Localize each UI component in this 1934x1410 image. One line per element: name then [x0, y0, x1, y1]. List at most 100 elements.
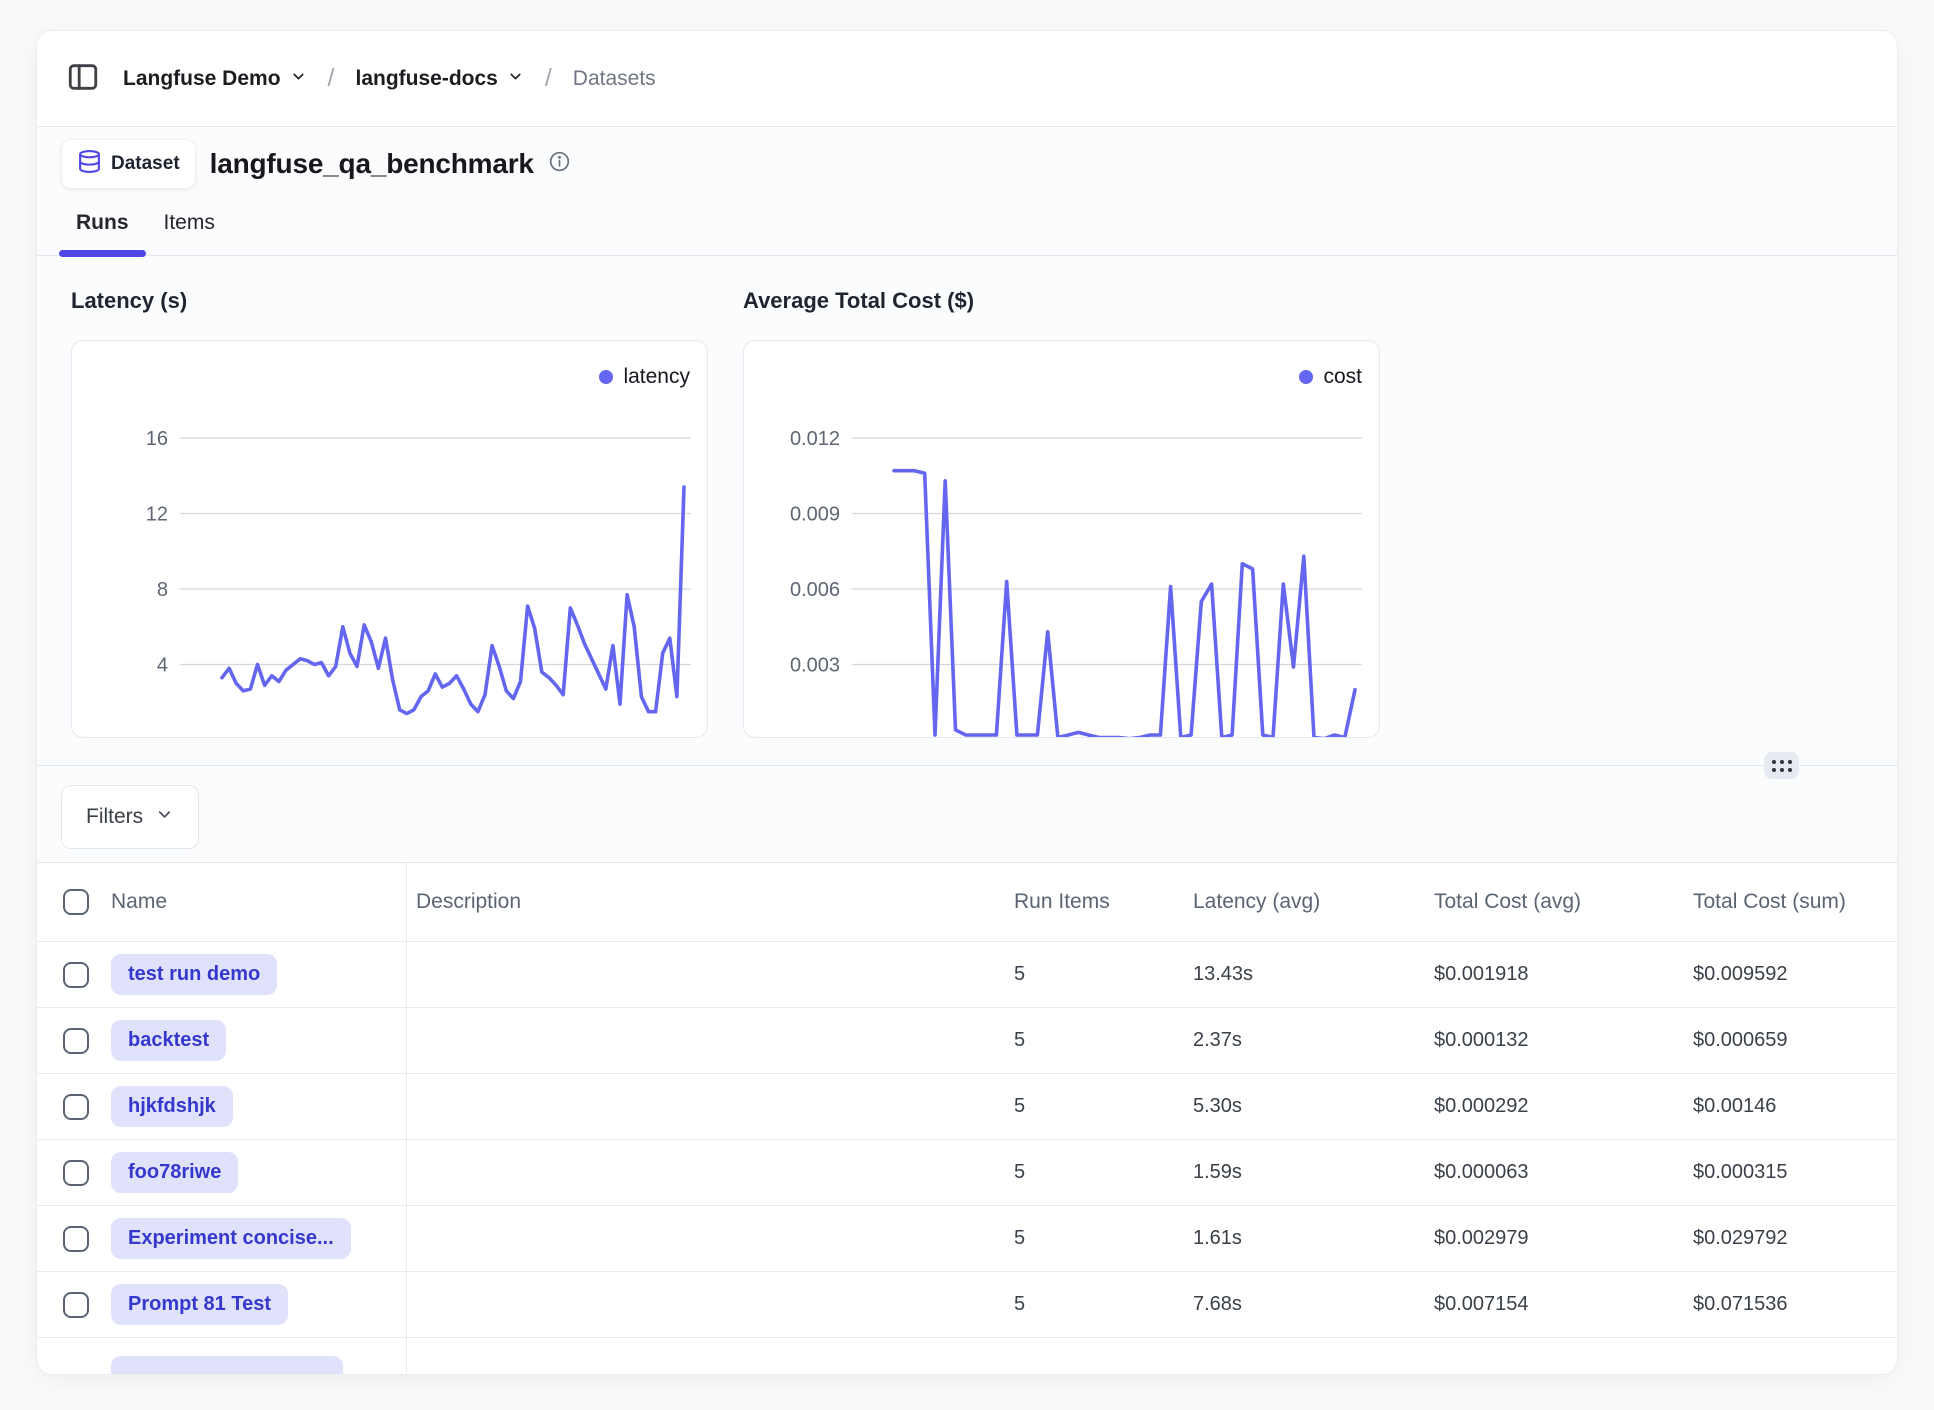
run-name-cell — [101, 1338, 407, 1375]
latency-avg-cell: 5.30s — [1169, 1095, 1410, 1118]
dataset-card: Langfuse Demo / langfuse-docs / Datasets — [36, 30, 1898, 1375]
latency-avg-cell: 1.59s — [1169, 1161, 1410, 1184]
row-checkbox[interactable] — [63, 1028, 89, 1054]
breadcrumb-separator: / — [328, 64, 335, 93]
row-checkbox-cell — [37, 1008, 101, 1073]
row-checkbox-cell — [37, 1272, 101, 1337]
sidebar-toggle-button[interactable] — [61, 57, 105, 101]
dataset-title-row: Dataset langfuse_qa_benchmark — [61, 139, 1873, 189]
filters-row: Filters — [61, 785, 1873, 849]
table-row[interactable]: Prompt 81 Test57.68s$0.007154$0.071536 — [37, 1271, 1897, 1337]
run-name-cell: backtest — [101, 1008, 407, 1073]
run-name-badge[interactable]: hjkfdshjk — [111, 1086, 233, 1127]
breadcrumb-project-dropdown[interactable]: Langfuse Demo — [123, 67, 307, 91]
total-cost-sum-cell: $0.00146 — [1669, 1095, 1898, 1118]
run-items-cell: 5 — [990, 1161, 1169, 1184]
row-checkbox[interactable] — [63, 1094, 89, 1120]
section-resize-divider — [37, 765, 1897, 766]
run-items-cell: 5 — [990, 1227, 1169, 1250]
tabs: Runs Items — [37, 211, 1897, 256]
run-name-badge[interactable] — [111, 1356, 343, 1376]
filters-button-label: Filters — [86, 805, 143, 829]
run-items-cell: 5 — [990, 1029, 1169, 1052]
row-checkbox[interactable] — [63, 1160, 89, 1186]
total-cost-sum-cell: $0.000659 — [1669, 1029, 1898, 1052]
table-row[interactable]: test run demo 513.43s$0.001918$0.009592 — [37, 941, 1897, 1007]
svg-text:4: 4 — [157, 655, 168, 677]
charts-row: Latency (s) 161284 latency Average Total… — [71, 288, 1873, 738]
total-cost-sum-cell: $0.000315 — [1669, 1161, 1898, 1184]
svg-text:0.006: 0.006 — [790, 579, 840, 601]
total-cost-avg-cell: $0.000063 — [1410, 1161, 1669, 1184]
select-all-checkbox[interactable] — [63, 889, 89, 915]
total-cost-sum-cell: $0.029792 — [1669, 1227, 1898, 1250]
row-checkbox-cell — [37, 1074, 101, 1139]
grip-dots-icon — [1772, 760, 1792, 772]
column-header-latency-avg: Latency (avg) — [1169, 890, 1410, 914]
run-name-badge[interactable]: Prompt 81 Test — [111, 1284, 288, 1325]
total-cost-sum-cell: $0.009592 — [1669, 963, 1898, 986]
table-row[interactable]: hjkfdshjk55.30s$0.000292$0.00146 — [37, 1073, 1897, 1139]
legend-label: latency — [623, 365, 690, 389]
table-row[interactable]: backtest 52.37s$0.000132$0.000659 — [37, 1007, 1897, 1073]
table-row[interactable]: Experiment concise... 51.61s$0.002979$0.0… — [37, 1205, 1897, 1271]
row-checkbox-cell — [37, 1140, 101, 1205]
total-cost-avg-cell: $0.000132 — [1410, 1029, 1669, 1052]
runs-table: Name Description Run Items Latency (avg)… — [37, 862, 1897, 1375]
table-row[interactable] — [37, 1337, 1897, 1375]
run-name-badge[interactable]: backtest — [111, 1020, 226, 1061]
filters-button[interactable]: Filters — [61, 785, 199, 849]
table-row[interactable]: foo78riwe 51.59s$0.000063$0.000315 — [37, 1139, 1897, 1205]
row-checkbox[interactable] — [63, 1226, 89, 1252]
chevron-down-icon — [155, 805, 174, 830]
run-name-badge[interactable]: foo78riwe — [111, 1152, 238, 1193]
column-header-total-cost-sum: Total Cost (sum) — [1669, 890, 1898, 914]
run-items-cell: 5 — [990, 963, 1169, 986]
page-title: langfuse_qa_benchmark — [210, 148, 534, 180]
resize-grip-handle[interactable] — [1764, 752, 1799, 779]
dataset-type-badge: Dataset — [61, 139, 196, 189]
run-name-badge[interactable]: test run demo — [111, 954, 277, 995]
cost-chart-panel: 0.0120.0090.0060.003 cost — [743, 340, 1380, 738]
column-header-total-cost-avg: Total Cost (avg) — [1410, 890, 1669, 914]
total-cost-avg-cell: $0.002979 — [1410, 1227, 1669, 1250]
run-name-cell: Prompt 81 Test — [101, 1272, 407, 1337]
dataset-badge-label: Dataset — [111, 153, 180, 175]
chevron-down-icon — [507, 67, 524, 91]
total-cost-avg-cell: $0.001918 — [1410, 963, 1669, 986]
row-checkbox[interactable] — [63, 1292, 89, 1318]
info-icon[interactable] — [548, 150, 571, 178]
latency-chart-title: Latency (s) — [71, 288, 708, 314]
latency-avg-cell: 13.43s — [1169, 963, 1410, 986]
cost-chart-group: Average Total Cost ($) 0.0120.0090.0060.… — [743, 288, 1380, 738]
svg-text:0.012: 0.012 — [790, 428, 840, 450]
latency-legend: latency — [599, 365, 690, 389]
run-name-badge[interactable]: Experiment concise... — [111, 1218, 351, 1259]
cost-chart-title: Average Total Cost ($) — [743, 288, 1380, 314]
latency-chart-svg: 161284 — [72, 341, 707, 737]
legend-label: cost — [1323, 365, 1362, 389]
svg-text:0.009: 0.009 — [790, 504, 840, 526]
row-checkbox-cell — [37, 942, 101, 1007]
breadcrumb: Langfuse Demo / langfuse-docs / Datasets — [123, 64, 656, 93]
breadcrumb-section-datasets[interactable]: Datasets — [573, 67, 656, 91]
tab-items[interactable]: Items — [162, 211, 217, 255]
latency-avg-cell: 1.61s — [1169, 1227, 1410, 1250]
svg-text:12: 12 — [146, 504, 168, 526]
run-name-cell: Experiment concise... — [101, 1206, 407, 1271]
panel-left-icon — [66, 60, 100, 97]
breadcrumb-environment-dropdown[interactable]: langfuse-docs — [355, 67, 523, 91]
breadcrumb-environment-label: langfuse-docs — [355, 67, 497, 91]
chevron-down-icon — [290, 67, 307, 91]
tab-runs[interactable]: Runs — [74, 211, 131, 255]
breadcrumb-project-label: Langfuse Demo — [123, 67, 281, 91]
row-checkbox[interactable] — [63, 962, 89, 988]
header-checkbox-cell — [37, 863, 101, 941]
latency-chart-group: Latency (s) 161284 latency — [71, 288, 708, 738]
latency-avg-cell: 7.68s — [1169, 1293, 1410, 1316]
row-checkbox-cell — [37, 1206, 101, 1271]
latency-avg-cell: 2.37s — [1169, 1029, 1410, 1052]
table-body: test run demo513.43s$0.001918$0.009592ba… — [37, 941, 1897, 1375]
table-header-row: Name Description Run Items Latency (avg)… — [37, 863, 1897, 941]
column-header-name: Name — [101, 863, 407, 941]
